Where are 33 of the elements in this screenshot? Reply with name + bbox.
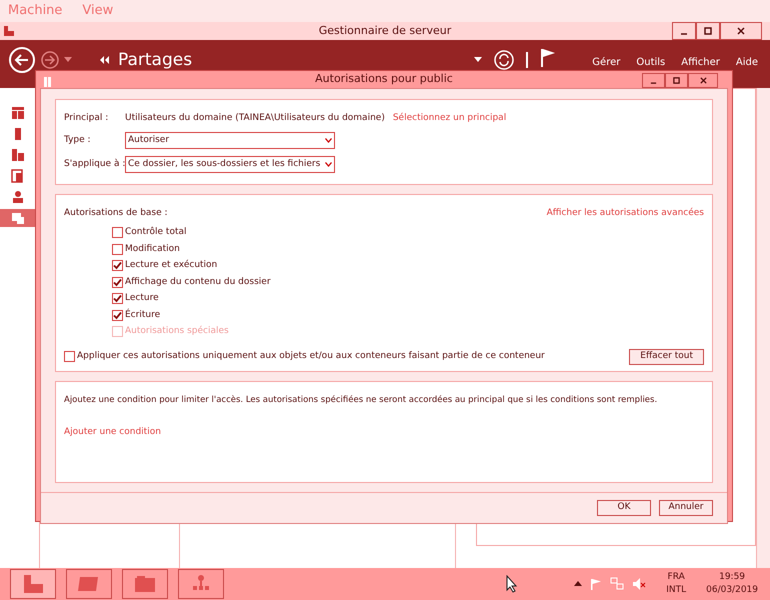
field-label: S'applique à :	[64, 158, 125, 171]
checkbox-label: Appliquer ces autorisations uniquement aux objets et/ou aux conteneurs faisant partie de ce conteneur	[77, 350, 545, 363]
permission-label: Lecture	[125, 292, 159, 305]
advanced-permissions-link[interactable]: Afficher les autorisations avancées	[546, 206, 704, 220]
section-label: Autorisations de base :	[64, 206, 168, 220]
permission-label: Modification	[125, 242, 180, 256]
dropdown-field[interactable]: Autoriser	[125, 132, 335, 149]
permission-label: Lecture et exécution	[125, 259, 218, 272]
keyboard-layout[interactable]: INTL	[666, 584, 686, 597]
permission-label: Autorisations spéciales	[125, 325, 229, 338]
add-condition-link[interactable]: Ajouter une condition	[64, 426, 704, 440]
dropdown-field[interactable]: Ce dossier, les sous-dossiers et les fichiers	[125, 156, 335, 173]
permission-label: Contrôle total	[125, 226, 187, 239]
menu-item[interactable]: Afficher	[681, 55, 720, 70]
clear-all-button[interactable]: Effacer tout	[629, 348, 704, 364]
principal-name: Utilisateurs du domaine (TAINEA\Utilisateurs du domaine)	[125, 112, 385, 124]
permission-label: Écriture	[125, 308, 160, 322]
cancel-button[interactable]: Annuler	[659, 500, 713, 516]
field-label: Type :	[64, 134, 92, 147]
menu-item[interactable]: Outils	[636, 55, 666, 70]
window-title: Gestionnaire de serveur	[318, 22, 452, 39]
menu-item[interactable]: Gérer	[592, 55, 620, 70]
ok-button[interactable]: OK	[597, 500, 651, 516]
clock-time[interactable]: 19:59	[719, 571, 746, 584]
menu-item[interactable]: Aide	[736, 55, 758, 70]
language-indicator[interactable]: FRA	[668, 571, 685, 584]
field-label: Principal :	[64, 112, 110, 124]
dialog-title: Autorisations pour public	[315, 71, 453, 87]
select-principal-link[interactable]: Sélectionnez un principal	[392, 112, 506, 125]
breadcrumb: Partages	[118, 50, 192, 70]
clock-date[interactable]: 06/03/2019	[706, 584, 758, 597]
permission-label: Affichage du contenu du dossier	[125, 276, 271, 288]
condition-description: Ajoutez une condition pour limiter l'accès. Les autorisations spécifiées ne seront accordées au principal que si les conditions sont remplies.	[64, 394, 658, 406]
